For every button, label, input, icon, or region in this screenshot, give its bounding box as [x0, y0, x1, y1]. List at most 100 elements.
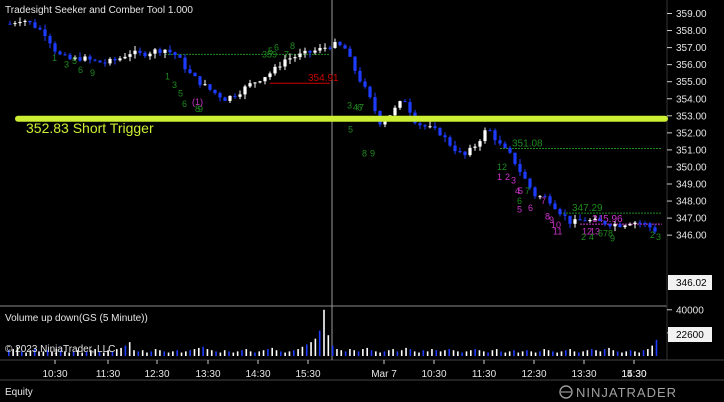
volume-bar [267, 349, 269, 356]
candle-body [493, 130, 497, 141]
volume-bar [232, 352, 235, 356]
price-tick-label: 346.00 [676, 231, 707, 242]
price-chart[interactable]: 359.00 358.00 357.00 356.00 355.00 354.00 353.… [0, 0, 724, 402]
candle-body [188, 69, 192, 73]
candle-body [8, 23, 12, 25]
count-label: 9 [90, 68, 95, 78]
volume-bar [141, 350, 144, 356]
candle-body [18, 21, 22, 24]
count-label: 7 [525, 186, 530, 196]
count-label: 2 [650, 230, 655, 240]
candle-body [323, 47, 327, 49]
time-tick-label: 15:30 [621, 369, 646, 380]
candle-body [48, 36, 52, 44]
candle-body [558, 209, 562, 215]
time-tick-label: 15:30 [295, 369, 320, 380]
volume-bar [603, 349, 606, 356]
volume-panel-title: Volume up down(GS (5 Minute)) [5, 313, 148, 324]
volume-bar [448, 349, 451, 356]
volume-bar [444, 350, 446, 356]
volume-bar [612, 350, 615, 356]
candle-body [428, 126, 432, 128]
volume-bar [573, 351, 576, 356]
candle-body [483, 130, 487, 142]
candle-body [333, 41, 337, 48]
volume-bar [318, 330, 321, 356]
count-label: 5 [178, 89, 183, 99]
count-label: 7 [541, 196, 546, 206]
volume-bar [396, 351, 399, 356]
count-label: 7 [359, 102, 364, 112]
volume-bar [314, 338, 317, 356]
candle-body [648, 223, 652, 228]
candle-body [298, 53, 302, 58]
candle-body [623, 225, 627, 228]
price-last-value: 346.02 [676, 278, 707, 289]
candle-body [468, 147, 472, 156]
volume-bar [422, 350, 425, 356]
volume-bar [344, 351, 347, 356]
volume-bar [340, 350, 343, 356]
candle-body [13, 23, 17, 25]
candle-body [613, 224, 617, 227]
count-label: 3 [347, 101, 352, 111]
candle-body [553, 203, 557, 210]
candle-body [78, 57, 82, 61]
count-label: 5 [517, 205, 522, 215]
volume-bar [357, 351, 360, 356]
volume-bar [189, 350, 191, 356]
volume-tick-label: 40000 [676, 305, 704, 316]
price-tick-label: 348.00 [676, 197, 707, 208]
volume-bar [534, 352, 537, 356]
volume-bar [426, 351, 429, 356]
short-trigger-label: 352.83 Short Trigger [26, 120, 154, 136]
volume-bar [599, 351, 602, 356]
candle-body [453, 145, 457, 152]
count-label: 5 [72, 56, 77, 66]
volume-bar [210, 350, 213, 356]
candle-body [518, 163, 522, 172]
volume-bar [413, 351, 416, 356]
volume-bar [392, 349, 394, 356]
candle-body [643, 223, 647, 225]
count-label: 2 [505, 172, 510, 182]
candle-body [108, 58, 112, 64]
candle-body [58, 51, 62, 55]
count-label: 6 [182, 99, 187, 109]
volume-bar [452, 350, 455, 356]
candle-body [63, 54, 67, 56]
time-tick-label: 12:30 [521, 369, 546, 380]
price-tick-label: 352.00 [676, 128, 707, 139]
volume-bar [120, 347, 122, 356]
price-tick-label: 349.00 [676, 180, 707, 191]
price-tick-label: 358.00 [676, 26, 707, 37]
candle-body [118, 58, 122, 61]
candle-body [443, 135, 447, 138]
volume-bar [163, 351, 166, 356]
time-tick-label: 12:30 [144, 369, 169, 380]
volume-bar [383, 351, 386, 356]
count-label: (1) [192, 97, 203, 107]
volume-bar [556, 352, 558, 356]
volume-bar [292, 350, 295, 356]
candle-body [603, 221, 607, 225]
count-label: 9 [610, 234, 615, 244]
volume-bar [435, 350, 438, 356]
candle-body [168, 49, 172, 53]
candle-body [363, 81, 367, 87]
volume-bar [254, 352, 256, 356]
price-tick-label: 357.00 [676, 43, 707, 54]
volume-last-value: 22600 [676, 330, 704, 341]
volume-bar [569, 349, 571, 356]
count-label: 8 [290, 41, 295, 51]
volume-bar [651, 345, 653, 356]
time-tick-label: 13:30 [571, 369, 596, 380]
volume-bar [197, 347, 200, 356]
candle-body [273, 66, 277, 74]
volume-bar [508, 351, 511, 356]
candle-body [353, 56, 357, 71]
candle-body [223, 97, 227, 101]
volume-bar [331, 345, 334, 356]
candle-body [618, 224, 622, 228]
candle-body [593, 218, 597, 220]
